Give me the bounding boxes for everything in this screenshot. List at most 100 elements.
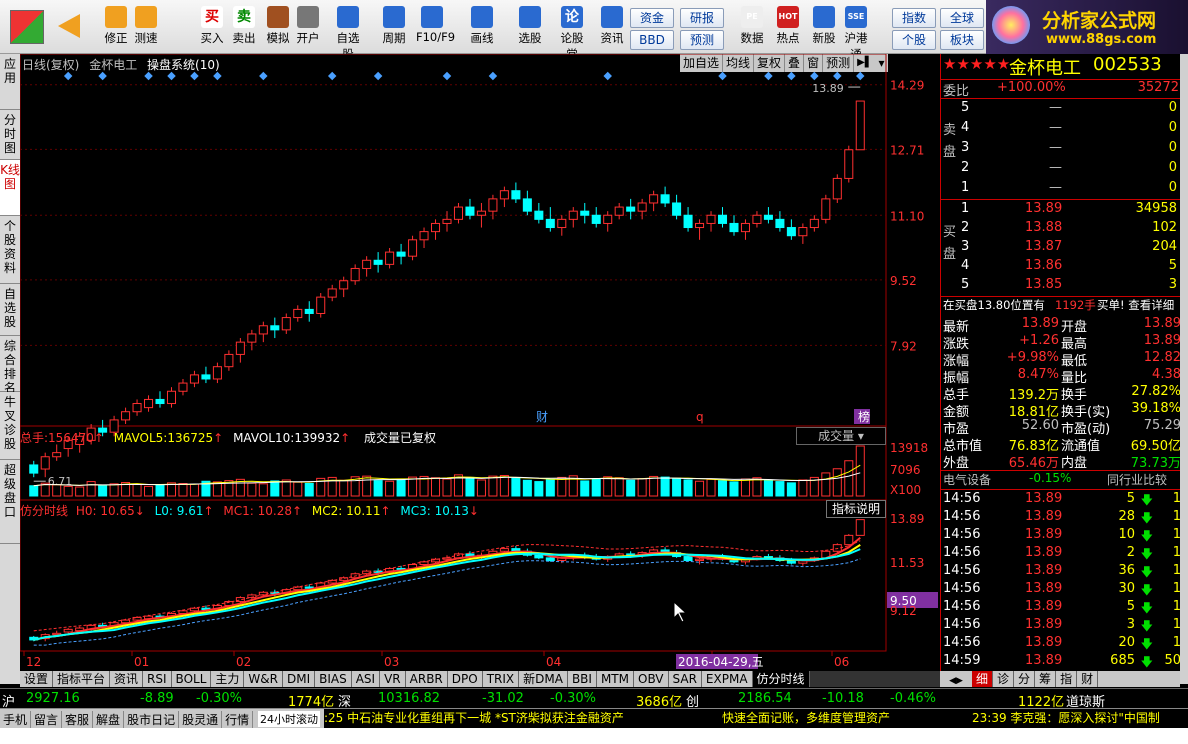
volume-bar — [752, 477, 762, 497]
left-tab-6[interactable]: 牛叉诊股 — [0, 392, 20, 460]
indicator-tab-15[interactable]: BBI — [567, 671, 597, 687]
toolbar-button-1[interactable]: 测速 — [130, 4, 162, 52]
quote-tab-0[interactable]: 细 — [972, 671, 994, 687]
left-tab-5[interactable]: 综合排名 — [0, 336, 20, 395]
indicator-tab-19[interactable]: EXPMA — [701, 671, 753, 687]
candle-body — [557, 218, 567, 229]
event-marker[interactable]: 榜 — [858, 409, 870, 424]
toolbar-button-8[interactable]: F10/F9 — [416, 4, 455, 52]
back-arrow-icon[interactable] — [58, 14, 80, 38]
status-item-5[interactable]: 股灵通 — [179, 711, 223, 728]
news-ticker[interactable]: :25 中石油专业化重组再下一城 *ST济柴拟获注金融资产 快速全面记账，多维度… — [324, 709, 1188, 728]
sell-price: — — [1049, 140, 1062, 155]
tab-prev-icon[interactable]: ◀▶ — [940, 673, 972, 689]
volume-dropdown[interactable]: 成交量 ▾ — [796, 427, 886, 445]
indicator-tab-6[interactable]: W&R — [244, 671, 283, 687]
indicator-tab-1[interactable]: 指标平台 — [53, 671, 111, 687]
toolbar-button-5[interactable]: 开户 — [292, 4, 324, 52]
left-tab-0[interactable]: 应用 — [0, 54, 20, 110]
cy-value[interactable]: 2186.54 — [738, 691, 792, 706]
toolbar-button-12[interactable]: 资讯 — [596, 4, 628, 52]
toolbar-small-button-3[interactable]: 预测 — [680, 30, 724, 50]
left-tab-3[interactable]: 个股资料 — [0, 216, 20, 284]
ipo-icon — [813, 6, 835, 28]
toolbar-small-button-4[interactable]: 指数 — [892, 8, 936, 28]
candle-body — [752, 214, 762, 224]
toolbar-button-7[interactable]: 周期 — [378, 4, 410, 52]
toolbar-button-14[interactable]: HOT 热点 — [772, 4, 804, 52]
left-tab-2[interactable]: K线图 — [0, 160, 20, 216]
status-item-2[interactable]: 客服 — [62, 711, 94, 728]
indicator-tab-5[interactable]: 主力 — [211, 671, 245, 687]
sh-value[interactable]: 2927.16 — [26, 691, 80, 706]
right-scrollbar[interactable] — [1180, 54, 1188, 684]
news-item-2[interactable]: 快速全面记账，多维度管理资产 — [722, 709, 890, 728]
news-item-1[interactable]: :25 中石油专业化重组再下一城 *ST济柴拟获注金融资产 — [324, 709, 624, 728]
indicator-tab-14[interactable]: 新DMA — [519, 671, 568, 687]
toolbar-small-button-0[interactable]: 资金 — [630, 8, 674, 28]
indicator-tab-17[interactable]: OBV — [634, 671, 669, 687]
toolbar-small-button-6[interactable]: 个股 — [892, 30, 936, 50]
toolbar-button-3[interactable]: 卖卖出 — [228, 4, 260, 52]
left-tab-4[interactable]: 自选股 — [0, 284, 20, 336]
signal-diamond — [259, 71, 268, 81]
indicator-tick: 9.12 — [890, 604, 917, 618]
news-item-3[interactable]: 23:39 李克强：愿深入探讨"中国制 — [972, 709, 1160, 728]
toolbar-button-10[interactable]: 选股 — [514, 4, 546, 52]
candle-body — [568, 210, 578, 220]
tick-volume: 3 — [1126, 617, 1135, 632]
kline-chart[interactable]: 14.2912.7111.109.527.9213.896.71财 q 榜13918… — [20, 54, 938, 684]
quote-tab-1[interactable]: 诊 — [993, 671, 1015, 687]
sector-compare-button[interactable]: 同行业比较 — [1107, 471, 1167, 488]
toolbar-small-button-2[interactable]: BBD — [630, 30, 674, 50]
app-logo-icon[interactable] — [10, 10, 44, 44]
quote-tab-5[interactable]: 财 — [1077, 671, 1099, 687]
toolbar-small-button-1[interactable]: 研报 — [680, 8, 724, 28]
status-item-1[interactable]: 留言 — [31, 711, 63, 728]
indicator-tab-8[interactable]: BIAS — [315, 671, 352, 687]
indicator-tab-0[interactable]: 设置 — [20, 671, 54, 687]
indicator-tab-2[interactable]: 资讯 — [110, 671, 144, 687]
event-marker[interactable]: 财 — [536, 410, 548, 424]
indicator-help-button[interactable]: 指标说明 — [826, 500, 886, 518]
indicator-tab-11[interactable]: ARBR — [405, 671, 448, 687]
indicator-tab-13[interactable]: TRIX — [482, 671, 520, 687]
indicator-tab-12[interactable]: DPO — [447, 671, 483, 687]
left-tab-7[interactable]: 超级盘口 — [0, 460, 20, 544]
chart-area[interactable]: 日线(复权) 金杯电工 操盘系统(10) 加自选 均线 复权叠窗预测 ▶▌ ▾ 14.2… — [20, 54, 938, 684]
indicator-tab-10[interactable]: VR — [380, 671, 406, 687]
toolbar-button-15[interactable]: 新股 — [808, 4, 840, 52]
quote-tab-3[interactable]: 筹 — [1035, 671, 1057, 687]
indicator-tab-4[interactable]: BOLL — [171, 671, 212, 687]
toolbar-small-button-7[interactable]: 板块 — [940, 30, 984, 50]
toolbar-button-2[interactable]: 买买入 — [196, 4, 228, 52]
toolbar-button-16[interactable]: SSE沪港通 — [840, 4, 872, 61]
indicator-tab-20[interactable]: 仿分时线 — [752, 671, 810, 687]
volume-bar — [144, 485, 154, 497]
status-item-3[interactable]: 解盘 — [93, 711, 125, 728]
quote-tab-2[interactable]: 分 — [1014, 671, 1036, 687]
indicator-tab-9[interactable]: ASI — [351, 671, 381, 687]
status-item-4[interactable]: 股市日记 — [124, 711, 180, 728]
indicator-tab-16[interactable]: MTM — [596, 671, 634, 687]
status-item-0[interactable]: 手机 — [0, 711, 32, 728]
event-marker[interactable]: q — [696, 410, 704, 424]
indicator-tab-18[interactable]: SAR — [668, 671, 702, 687]
scroll-label[interactable]: 24小时滚动 — [258, 711, 320, 727]
toolbar-button-13[interactable]: PE 数据 — [736, 4, 768, 52]
indicator-tab-3[interactable]: RSI — [143, 671, 172, 687]
indicator-tab-7[interactable]: DMI — [282, 671, 316, 687]
quote-tab-4[interactable]: 指 — [1056, 671, 1078, 687]
status-item-6[interactable]: 行情 — [222, 711, 254, 728]
toolbar-button-11[interactable]: 论论股堂 — [556, 4, 588, 61]
bid-note-row[interactable]: 在买盘13.80位置有 1192手 买单! 查看详细 — [941, 296, 1181, 316]
toolbar-button-6[interactable]: 自选股 — [332, 4, 364, 61]
toolbar-button-0[interactable]: 修正 — [100, 4, 132, 52]
toolbar-small-button-5[interactable]: 全球 — [940, 8, 984, 28]
left-tab-1[interactable]: 分时图 — [0, 110, 20, 160]
sz-value[interactable]: 10316.82 — [378, 691, 440, 706]
candle-body — [499, 190, 509, 200]
toolbar-button-4[interactable]: 模拟 — [262, 4, 294, 52]
toolbar-button-label: 选股 — [518, 31, 542, 45]
toolbar-button-9[interactable]: 画线 — [466, 4, 498, 52]
